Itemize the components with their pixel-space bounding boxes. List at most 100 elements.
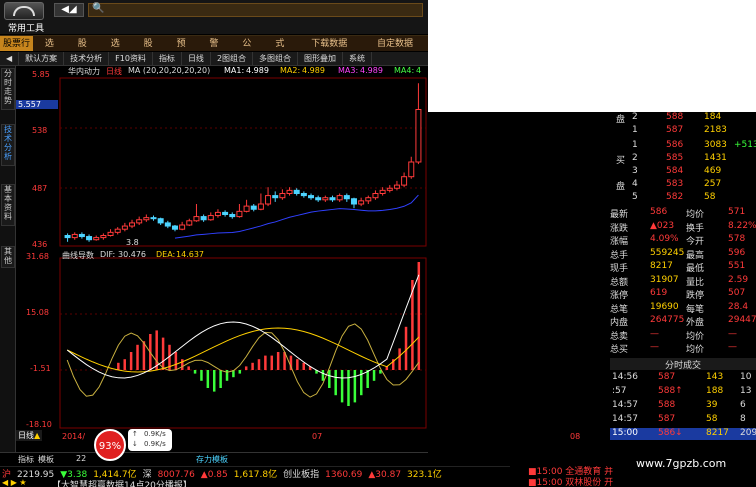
- candle: [393, 184, 400, 189]
- ask-row[interactable]: 1 587 2183: [610, 125, 756, 137]
- scroll-icons[interactable]: ◀ ▶ ★: [2, 478, 27, 487]
- stat-row[interactable]: 现手 8217 最低 551: [610, 261, 756, 274]
- toolbar-item[interactable]: 指标: [153, 51, 182, 66]
- stat-value: —: [728, 328, 737, 339]
- menu-item[interactable]: 股: [66, 36, 99, 51]
- trade-row[interactable]: 14:56 587 143 10: [610, 372, 756, 384]
- toolbar-item[interactable]: 图形叠加: [298, 51, 344, 66]
- trade-row[interactable]: 14:57 588 39 6: [610, 400, 756, 412]
- menu-item[interactable]: 式: [263, 36, 296, 51]
- trade-row[interactable]: :57 588↑ 188 13: [610, 386, 756, 398]
- toolbar: ◀ 默认方案 技术分析 F10资料 指标 日线 2图组合 多图组合 图形叠加 系…: [0, 51, 428, 66]
- stat-value: 294470: [728, 315, 756, 325]
- menu-item[interactable]: 股: [132, 36, 165, 51]
- menu-item[interactable]: 选: [99, 36, 132, 51]
- tab-other[interactable]: 其他: [1, 246, 15, 268]
- stat-row[interactable]: 涨停 619 跌停 507: [610, 288, 756, 301]
- candle: [343, 195, 350, 200]
- stat-row[interactable]: 总笔 19690 每笔 28.4: [610, 301, 756, 315]
- template-tab[interactable]: 模板: [38, 454, 54, 465]
- trade-price: 587: [658, 413, 676, 424]
- tab-fundamentals[interactable]: 基本资料: [1, 184, 15, 226]
- ma1-value: 4.989: [246, 66, 269, 75]
- candle: [279, 193, 286, 199]
- candle: [136, 219, 143, 224]
- stat-row[interactable]: 涨幅 4.09% 今开 578: [610, 234, 756, 247]
- period-tab[interactable]: 日线▲: [16, 430, 43, 441]
- trade-row[interactable]: 14:57 587 58 8: [610, 414, 756, 426]
- bid-row[interactable]: 3 584 469: [610, 166, 756, 178]
- toolbar-item[interactable]: 多图组合: [253, 51, 299, 66]
- menu-item[interactable]: 警: [198, 36, 231, 51]
- menu-item[interactable]: 股票行情: [0, 36, 33, 65]
- stat-key: 涨停: [610, 291, 629, 301]
- menu-item[interactable]: 预: [165, 36, 198, 51]
- bid-row[interactable]: 5 582 58: [610, 192, 756, 204]
- volume: 1431: [704, 153, 727, 163]
- stat-row[interactable]: 总买 — 均价 —: [610, 342, 756, 355]
- trade-row[interactable]: 15:00 586↓ 8217 209: [610, 427, 756, 440]
- trade-volume: 58: [706, 413, 718, 424]
- back-button[interactable]: ◀◢: [54, 3, 84, 17]
- ask-row[interactable]: 盘 2 588 184: [610, 112, 756, 125]
- menu-item[interactable]: 公: [230, 36, 263, 51]
- candle: [150, 217, 157, 220]
- stat-row[interactable]: 最新 586 均价 571: [610, 207, 756, 220]
- candle: [121, 225, 128, 230]
- candle: [64, 235, 71, 239]
- stat-key: 总卖: [610, 331, 629, 342]
- stat-key: 今开: [686, 237, 705, 247]
- candle: [100, 235, 107, 239]
- stat-value: 4.09%: [650, 234, 679, 244]
- bid-row[interactable]: 1 586 3083 +5133: [610, 140, 756, 152]
- template-label[interactable]: 存力模板: [196, 454, 228, 465]
- app-name[interactable]: 常用工具: [8, 21, 44, 34]
- search-input[interactable]: [88, 3, 423, 17]
- candle: [265, 195, 272, 205]
- alert-item[interactable]: ■15:00 双林股份 开: [528, 475, 613, 487]
- toolbar-item[interactable]: 日线: [182, 51, 211, 66]
- menu-item[interactable]: 选: [33, 36, 66, 51]
- toolbar-item[interactable]: 技术分析: [64, 51, 110, 66]
- candle: [300, 193, 307, 197]
- indicator-panel[interactable]: 曲线导数 DIF: 30.476 DEA: 14.637 31.68 15.08…: [16, 250, 580, 441]
- ticker-value: 创业板指: [283, 470, 320, 480]
- toolbar-item[interactable]: 2图组合: [211, 51, 254, 66]
- stat-row[interactable]: 总卖 — 均价 —: [610, 328, 756, 342]
- indicator-tab[interactable]: 指标: [18, 454, 34, 465]
- bid-row[interactable]: 盘 4 583 257: [610, 179, 756, 192]
- menu-item[interactable]: 下载数据: [296, 36, 362, 51]
- stat-value: 28.4: [728, 301, 749, 312]
- candle: [336, 195, 343, 201]
- stat-row[interactable]: 内盘 264775外盘 294470: [610, 315, 756, 328]
- toolbar-item[interactable]: 系统: [343, 51, 373, 66]
- stat-value: 578: [728, 234, 746, 244]
- stat-key: 量比: [686, 277, 705, 288]
- blank-area: [428, 0, 756, 112]
- toolbar-item[interactable]: 默认方案: [19, 51, 65, 66]
- toolbar-left-arrow-icon[interactable]: ◀: [0, 51, 20, 66]
- ticker-value: ▲30.87: [368, 470, 402, 480]
- y-tick: 487: [32, 184, 48, 193]
- toolbar-item[interactable]: F10资料: [109, 51, 153, 66]
- trade-time: 15:00: [612, 427, 638, 438]
- candle: [379, 189, 386, 194]
- network-badge[interactable]: 93%: [94, 429, 126, 461]
- stat-value: 507: [728, 288, 746, 298]
- tab-technical[interactable]: 技术分析: [1, 124, 15, 166]
- dea-line: [66, 327, 420, 373]
- trade-count: 8: [740, 413, 746, 424]
- price: 582: [666, 192, 684, 202]
- price-chart-panel[interactable]: 华内动力 日线 MA (20,20,20,20,20) MA1: 4.989 M…: [16, 66, 428, 250]
- stat-key: 涨幅: [610, 237, 629, 247]
- stat-row[interactable]: 总手 559245 最高 596: [610, 248, 756, 261]
- stat-row[interactable]: 总额 31907 量比 2.59: [610, 275, 756, 288]
- bid-row[interactable]: 买 2 585 1431: [610, 153, 756, 166]
- stat-row[interactable]: 涨跌 ▲023 换手 8.22%: [610, 221, 756, 234]
- tab-intraday[interactable]: 分时走势: [1, 68, 15, 110]
- menu-item[interactable]: 自定数据: [362, 36, 428, 51]
- candle: [236, 210, 243, 218]
- candle: [308, 195, 315, 199]
- stat-key: 最新: [610, 210, 629, 220]
- news-headline[interactable]: 【大智慧超赢数据14点20分播报】: [52, 478, 192, 487]
